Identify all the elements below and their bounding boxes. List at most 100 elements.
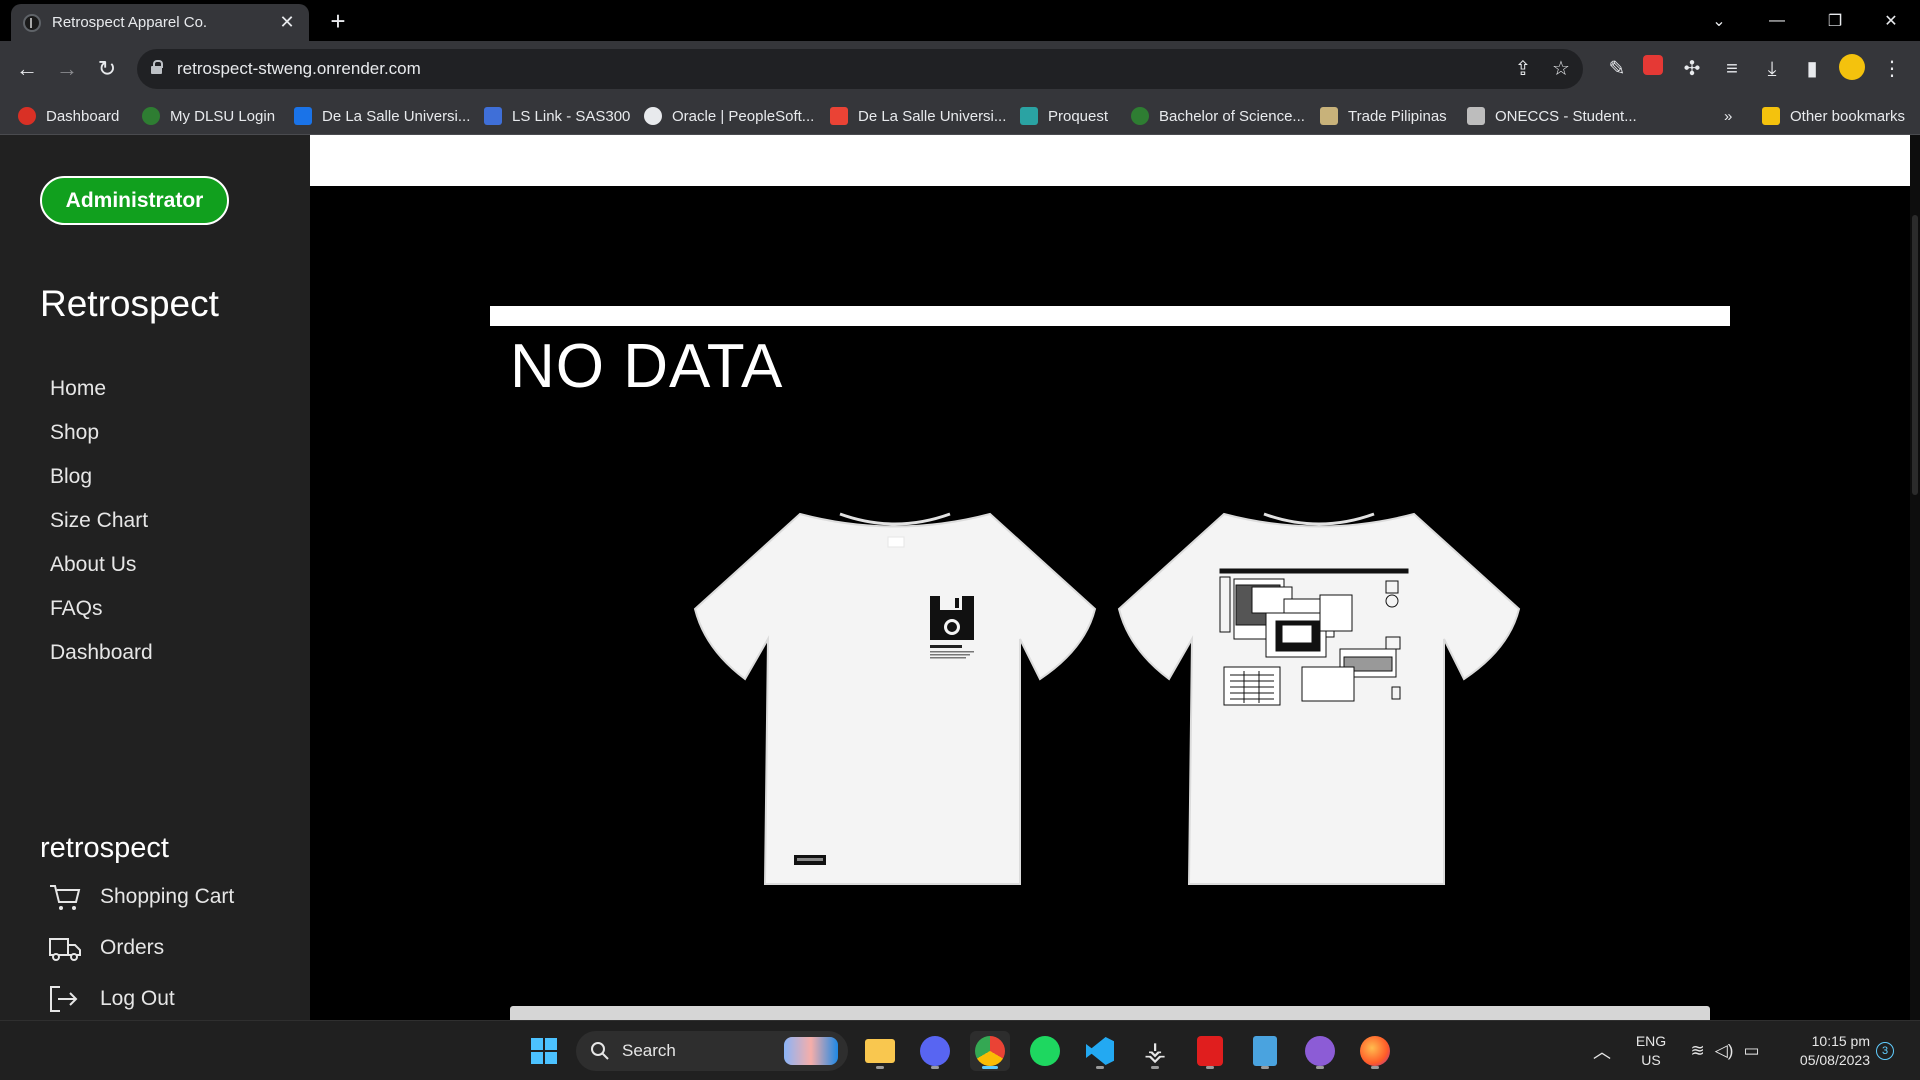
close-tab-icon[interactable]: ✕ [277, 12, 297, 33]
search-highlight-icon [784, 1037, 838, 1065]
bookmark-star-icon[interactable]: ☆ [1549, 57, 1573, 81]
new-tab-button[interactable]: + [323, 6, 353, 36]
truck-icon [49, 938, 81, 961]
lock-icon[interactable] [151, 60, 163, 74]
notepad-icon[interactable] [1245, 1031, 1285, 1071]
wifi-icon: ≋ [1690, 1041, 1705, 1060]
dlsu-favicon-icon [1131, 107, 1149, 125]
share-icon[interactable]: ⇪ [1511, 57, 1535, 81]
shopping-cart-link[interactable]: Shopping Cart [48, 882, 234, 912]
clock[interactable]: 10:15 pm 05/08/2023 [1780, 1032, 1870, 1070]
nav-item-blog[interactable]: Blog [50, 455, 153, 499]
file-explorer-icon[interactable] [860, 1031, 900, 1071]
page-heading: NO DATA [510, 332, 784, 401]
download-icon[interactable]: ⤓ [1757, 54, 1787, 84]
address-bar[interactable]: retrospect-stweng.onrender.com ⇪ ☆ [137, 49, 1583, 89]
extension-red-icon[interactable] [1638, 54, 1668, 84]
dlsu-favicon-icon [142, 107, 160, 125]
github-desktop-icon[interactable] [1300, 1031, 1340, 1071]
chrome-menu-icon[interactable]: ⋮ [1877, 54, 1907, 84]
dashboard-favicon-icon [18, 107, 36, 125]
content-section-top-bar [510, 1006, 1710, 1020]
nav-item-shop[interactable]: Shop [50, 411, 153, 455]
page-scrollbar[interactable] [1910, 135, 1920, 1020]
battery-icon: ▭ [1743, 1041, 1760, 1060]
proquest-icon [1020, 107, 1038, 125]
search-icon [591, 1042, 609, 1060]
retrospect-favicon-icon [23, 13, 41, 32]
top-header-bar [310, 135, 1910, 186]
bookmark-bachelor-of-science[interactable]: Bachelor of Science... [1131, 106, 1305, 126]
product-image-floppy-tee[interactable] [690, 509, 1100, 887]
back-button[interactable]: ← [12, 54, 42, 84]
minimize-button[interactable]: — [1748, 0, 1806, 41]
show-hidden-icons-chevron-icon[interactable]: ︿ [1582, 1031, 1622, 1071]
oneccs-icon [1467, 107, 1485, 125]
extension-pen-icon[interactable]: ✎ [1602, 54, 1632, 84]
volume-icon: ◁) [1714, 1041, 1734, 1060]
bookmark-dashboard[interactable]: Dashboard [18, 106, 119, 126]
tab-search-icon[interactable]: ⌄ [1690, 0, 1748, 41]
language-indicator[interactable]: ENG US [1630, 1032, 1672, 1070]
vscode-icon[interactable] [1080, 1031, 1120, 1071]
system-tray-status[interactable]: ≋ ◁) ▭ [1678, 1031, 1772, 1071]
nav-item-about-us[interactable]: About Us [50, 543, 153, 587]
more-bookmarks-button[interactable]: » [1724, 106, 1732, 126]
media-queue-icon[interactable]: ≡ [1717, 54, 1747, 84]
reload-button[interactable]: ↻ [92, 54, 122, 84]
spotify-icon[interactable] [1025, 1031, 1065, 1071]
windows-logo-icon [531, 1038, 557, 1064]
forward-button[interactable]: → [52, 54, 82, 84]
nav-item-faqs[interactable]: FAQs [50, 587, 153, 631]
extensions-puzzle-icon[interactable]: ✣ [1677, 54, 1707, 84]
sidebar-nav: Home Shop Blog Size Chart About Us FAQs … [50, 367, 153, 675]
side-panel-icon[interactable]: ▮ [1797, 54, 1827, 84]
sidebar: Administrator Retrospect Home Shop Blog … [0, 135, 310, 1020]
log-out-link[interactable]: Log Out [48, 984, 175, 1014]
profile-avatar[interactable] [1837, 54, 1867, 84]
bookmark-dlsu-calendar[interactable]: De La Salle Universi... [294, 106, 470, 126]
administrator-button[interactable]: Administrator [40, 176, 229, 225]
sidebar-brand[interactable]: Retrospect [40, 283, 219, 325]
orders-link[interactable]: Orders [48, 933, 164, 963]
folder-icon [1762, 107, 1780, 125]
scrollbar-thumb[interactable] [1912, 215, 1918, 495]
bookmark-ls-link[interactable]: LS Link - SAS300 [484, 106, 630, 126]
calendar-favicon-icon [294, 107, 312, 125]
firefox-icon[interactable] [1355, 1031, 1395, 1071]
bookmark-proquest[interactable]: Proquest [1020, 106, 1108, 126]
discord-icon[interactable] [915, 1031, 955, 1071]
url-text[interactable]: retrospect-stweng.onrender.com [177, 59, 421, 79]
product-image-desktop-tee[interactable] [1114, 509, 1524, 887]
browser-toolbar: ← → ↻ retrospect-stweng.onrender.com ⇪ ☆… [0, 41, 1920, 97]
start-button[interactable] [524, 1031, 564, 1071]
gmail-icon [830, 107, 848, 125]
taskbar-search[interactable]: Search [576, 1031, 848, 1071]
sidebar-brand-small: retrospect [40, 832, 169, 864]
notification-badge[interactable]: 3 [1876, 1042, 1894, 1060]
bookmark-dlsu-gmail[interactable]: De La Salle Universi... [830, 106, 1006, 126]
ls-link-favicon-icon [484, 107, 502, 125]
bookmark-oracle-peoplesoft[interactable]: Oracle | PeopleSoft... [644, 106, 814, 126]
nav-item-dashboard[interactable]: Dashboard [50, 631, 153, 675]
windows-taskbar: Search ⚶ ︿ ENG US ≋ ◁) ▭ 10:15 pm 05/08/… [0, 1020, 1920, 1080]
globe-icon [644, 107, 662, 125]
browser-tab[interactable]: Retrospect Apparel Co. ✕ [11, 4, 309, 41]
shopping-cart-icon [50, 885, 81, 910]
acrobat-icon[interactable] [1190, 1031, 1230, 1071]
unity-icon[interactable]: ⚶ [1135, 1031, 1175, 1071]
bookmark-trade-pilipinas[interactable]: Trade Pilipinas [1320, 106, 1447, 126]
chrome-icon[interactable] [970, 1031, 1010, 1071]
hero-divider-bar [490, 306, 1730, 326]
trade-pilipinas-icon [1320, 107, 1338, 125]
tab-strip: Retrospect Apparel Co. ✕ + ⌄ — ❐ ✕ [0, 0, 1920, 41]
other-bookmarks-folder[interactable]: Other bookmarks [1762, 106, 1905, 126]
close-window-button[interactable]: ✕ [1862, 0, 1920, 41]
nav-item-home[interactable]: Home [50, 367, 153, 411]
bookmarks-bar: Dashboard My DLSU Login De La Salle Univ… [0, 97, 1920, 135]
nav-item-size-chart[interactable]: Size Chart [50, 499, 153, 543]
bookmark-my-dlsu-login[interactable]: My DLSU Login [142, 106, 275, 126]
page-viewport: Administrator Retrospect Home Shop Blog … [0, 135, 1920, 1020]
restore-button[interactable]: ❐ [1806, 0, 1864, 41]
bookmark-oneccs[interactable]: ONECCS - Student... [1467, 106, 1637, 126]
